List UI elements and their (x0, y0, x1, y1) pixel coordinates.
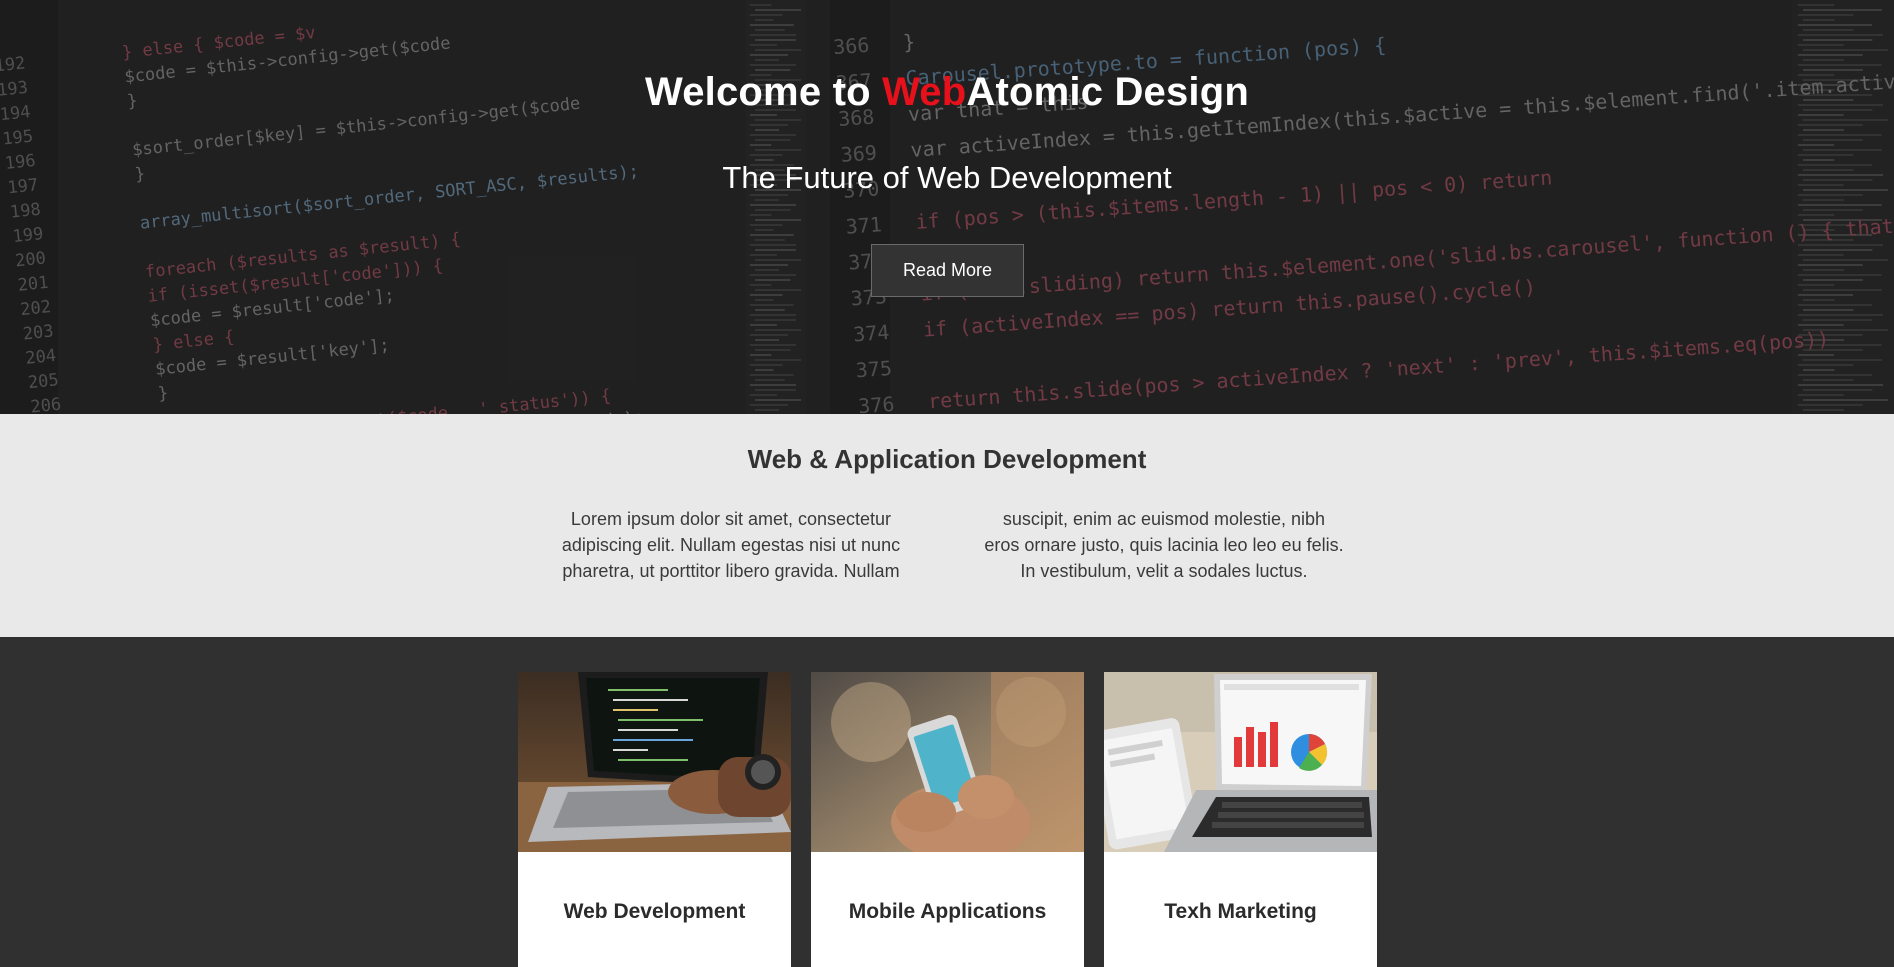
hero-section: 192} else { $code = $v 193 $code = $this-… (0, 0, 1894, 414)
hero-title: Welcome to WebAtomic Design (0, 70, 1894, 115)
service-card-title: Texh Marketing (1164, 900, 1317, 923)
smartphone-in-hands-photo (811, 672, 1084, 852)
intro-text-right: suscipit, enim ac euismod molestie, nibh… (984, 509, 1344, 581)
hero-title-suffix: Atomic Design (966, 70, 1250, 114)
service-card-web-development[interactable]: Web Development (518, 672, 791, 967)
hero-title-prefix: Welcome to (644, 70, 883, 114)
hero-overlay (0, 0, 1894, 414)
service-card-mobile-applications[interactable]: Mobile Applications (811, 672, 1084, 967)
intro-text-left: Lorem ipsum dolor sit amet, consectetur … (561, 509, 901, 581)
service-card-title: Web Development (563, 900, 746, 923)
intro-section: Web & Application Development Lorem ipsu… (0, 414, 1894, 637)
laptop-coding-photo (518, 672, 791, 852)
hero-subtitle: The Future of Web Development (722, 160, 1172, 195)
intro-heading: Web & Application Development (747, 444, 1147, 474)
laptop-tablet-charts-photo (1104, 672, 1377, 852)
hero-title-accent: Web (882, 70, 967, 114)
services-section: Web Development Mobile Applications Texh… (0, 637, 1894, 967)
service-card-tech-marketing[interactable]: Texh Marketing (1104, 672, 1377, 967)
service-card-title: Mobile Applications (848, 900, 1047, 923)
read-more-button[interactable]: Read More (871, 244, 1024, 297)
